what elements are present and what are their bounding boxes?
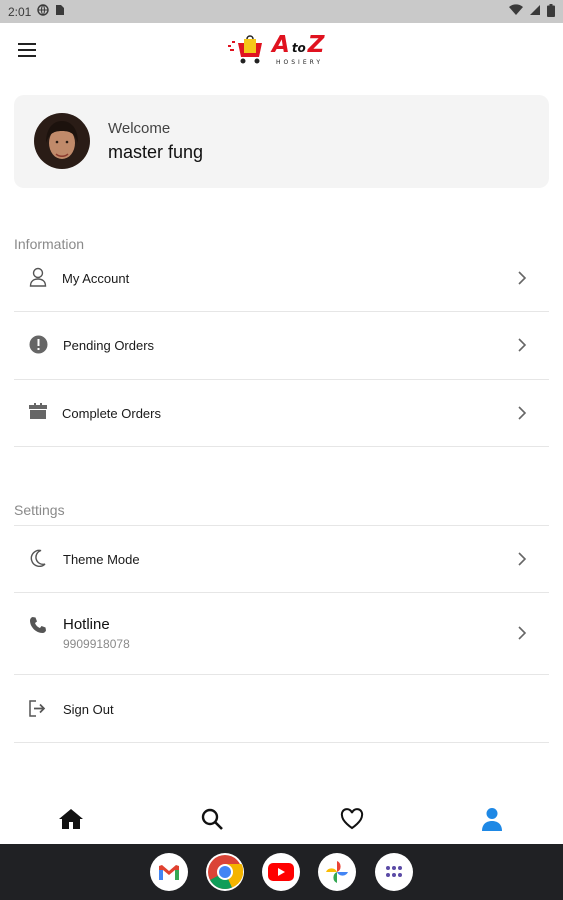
heart-icon <box>340 808 364 830</box>
chrome-app[interactable] <box>206 853 244 891</box>
shopping-cart-logo-icon <box>228 35 262 64</box>
youtube-icon <box>268 863 294 881</box>
complete-orders-label: Complete Orders <box>62 406 161 421</box>
hotline-title: Hotline <box>63 616 110 633</box>
pending-orders-label: Pending Orders <box>63 338 155 353</box>
moon-icon <box>28 548 48 568</box>
signal-icon <box>529 4 541 19</box>
chrome-icon <box>208 855 243 890</box>
nav-favorites-button[interactable] <box>338 805 366 833</box>
hotline-number: 9909918078 <box>63 637 130 651</box>
nav-profile-button[interactable] <box>478 805 506 833</box>
chevron-right-icon <box>517 337 529 353</box>
chevron-right-icon <box>517 405 529 421</box>
hamburger-menu-icon <box>18 43 36 57</box>
bottom-navigation <box>0 795 563 843</box>
hotline-row[interactable]: Hotline 9909918078 <box>14 593 549 675</box>
profile-card: Welcome master fung <box>14 95 549 188</box>
phone-icon <box>28 615 48 635</box>
avatar <box>34 113 90 169</box>
my-account-label: My Account <box>62 271 130 286</box>
chevron-right-icon <box>517 625 529 641</box>
pending-orders-row[interactable]: Pending Orders <box>14 312 549 380</box>
gift-box-icon <box>28 401 48 421</box>
status-time: 2:01 <box>8 4 32 19</box>
chevron-right-icon <box>517 270 529 286</box>
sim-card-icon <box>55 4 65 19</box>
app-drawer-icon <box>386 866 402 877</box>
menu-button[interactable] <box>16 40 38 60</box>
alert-circle-icon <box>28 334 48 354</box>
gmail-icon <box>159 865 179 880</box>
nav-search-button[interactable] <box>198 805 226 833</box>
theme-mode-row[interactable]: Theme Mode <box>14 526 549 593</box>
wifi-icon <box>509 4 523 19</box>
vpn-icon <box>37 4 50 19</box>
battery-icon <box>547 3 555 20</box>
chevron-right-icon <box>517 551 529 567</box>
system-dock <box>0 844 563 900</box>
sign-out-row[interactable]: Sign Out <box>14 675 549 743</box>
app-drawer-button[interactable] <box>375 853 413 891</box>
logo-to: to <box>291 41 306 55</box>
app-logo: AtoZ HOSIERY <box>226 31 338 69</box>
youtube-app[interactable] <box>262 853 300 891</box>
logo-letter-a: A <box>272 32 290 58</box>
gmail-app[interactable] <box>150 853 188 891</box>
search-icon <box>201 808 223 830</box>
photos-app[interactable] <box>318 853 356 891</box>
logo-letter-z: Z <box>307 32 325 58</box>
nav-home-button[interactable] <box>57 805 85 833</box>
person-outline-icon <box>28 267 48 287</box>
photos-icon <box>326 861 348 883</box>
logout-icon <box>28 698 48 718</box>
welcome-text: Welcome <box>108 120 171 137</box>
complete-orders-row[interactable]: Complete Orders <box>14 380 549 447</box>
logo-subtitle: HOSIERY <box>276 59 324 66</box>
settings-section-title: Settings <box>14 502 65 518</box>
sign-out-label: Sign Out <box>63 702 114 717</box>
status-bar: 2:01 <box>0 0 563 23</box>
my-account-row[interactable]: My Account <box>14 245 549 312</box>
home-icon <box>59 809 83 829</box>
profile-icon <box>482 808 502 831</box>
app-bar: AtoZ HOSIERY <box>0 23 563 77</box>
user-name: master fung <box>108 142 204 162</box>
theme-mode-label: Theme Mode <box>63 552 140 567</box>
